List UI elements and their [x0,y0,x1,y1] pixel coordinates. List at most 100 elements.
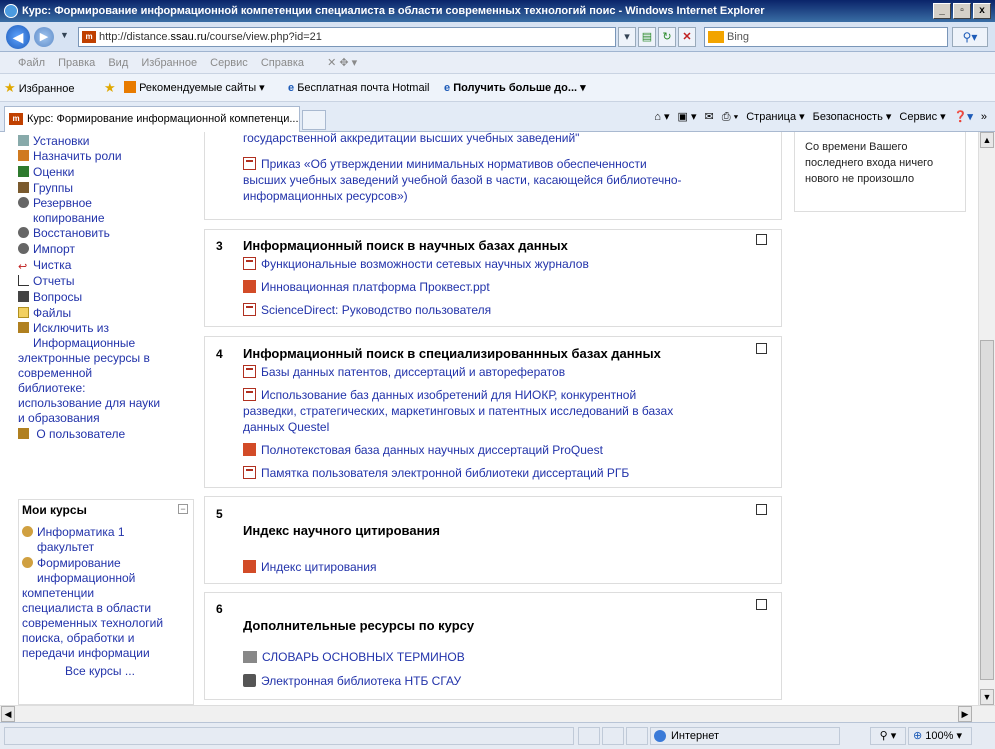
minimize-button[interactable]: _ [933,3,951,19]
admin-unenrol-line6[interactable]: использование для науки [18,396,160,411]
admin-questions-link[interactable]: Вопросы [18,290,82,305]
highlight-checkbox[interactable] [756,504,767,515]
hotmail-link[interactable]: e Бесплатная почта Hotmail [288,74,429,102]
admin-reset-link[interactable]: ↩ Чистка [18,258,71,273]
maximize-button[interactable]: ▫ [953,3,971,19]
admin-unenrol-line3[interactable]: электронные ресурсы в [18,351,150,366]
resource-link[interactable]: Базы данных патентов, диссертаций и авто… [243,364,565,380]
admin-unenrol-link[interactable]: Исключить из [18,321,109,336]
highlight-checkbox[interactable] [756,599,767,610]
home-icon[interactable]: ⌂ ▾ [654,102,669,132]
admin-restore-link[interactable]: Восстановить [18,226,110,241]
admin-unenrol-line7[interactable]: и образования [18,411,100,426]
history-dropdown-icon[interactable]: ▼ [60,30,69,40]
safety-menu[interactable]: Безопасность ▾ [813,102,892,132]
scroll-right-icon[interactable]: ▶ [958,706,972,722]
scroll-thumb[interactable] [980,340,994,680]
resource-link[interactable]: Полнотекстовая база данных научных диссе… [243,442,603,458]
forward-button[interactable]: ▶ [34,27,54,47]
search-button[interactable]: ⚲▾ [952,27,988,47]
section2-resource-order[interactable]: Приказ «Об утверждении минимальных норма… [243,156,647,172]
course-line-7[interactable]: передачи информации [22,646,150,661]
url-resource-link[interactable]: Электронная библиотека НТБ СГАУ [243,673,461,689]
security-zone[interactable]: Интернет [650,727,840,745]
address-dropdown-icon[interactable]: ▾ [618,27,636,47]
scroll-down-icon[interactable]: ▼ [980,689,994,705]
admin-backup-link[interactable]: Резервное [18,196,92,211]
admin-grades-link[interactable]: Оценки [18,165,74,180]
course-link-informatics-2[interactable]: факультет [37,540,94,555]
course-line-6[interactable]: поиска, обработки и [22,631,134,646]
tab-course[interactable]: m Курс: Формирование информационной комп… [4,106,300,132]
print-icon[interactable]: ⎙ ▾ [722,102,738,132]
admin-groups-link[interactable]: Группы [18,181,73,196]
resource-link-line2[interactable]: разведки, стратегических, маркетинговых … [243,403,673,419]
zoom-control[interactable]: ⊕ 100% ▾ [908,727,972,745]
address-input[interactable]: m http://distance.ssau.ru/course/view.ph… [78,27,616,47]
highlight-checkbox[interactable] [756,234,767,245]
favorites-button[interactable]: ★ Избранное [4,74,74,103]
glossary-link[interactable]: СЛОВАРЬ ОСНОВНЫХ ТЕРМИНОВ [243,649,465,665]
search-input[interactable]: Bing [704,27,948,47]
resource-link[interactable]: Инновационная платформа Проквест.ppt [243,279,490,295]
admin-reports-link[interactable]: Отчеты [18,274,74,289]
protected-mode-icon[interactable]: ⚲ ▾ [870,727,906,745]
scroll-up-icon[interactable]: ▲ [980,132,994,148]
settings-icon [18,135,29,146]
page-menu[interactable]: Страница ▾ [746,102,804,132]
vertical-scrollbar[interactable]: ▲ ▼ [978,132,995,705]
help-icon[interactable]: ❓▾ [954,102,973,132]
resource-link-line3[interactable]: данных Questel [243,419,329,435]
course-line-5[interactable]: современных технологий [22,616,163,631]
menu-tools[interactable]: Сервис [210,57,248,69]
admin-roles-link[interactable]: Назначить роли [18,149,122,164]
stop-icon[interactable]: ✕ [678,27,696,47]
course-line-2[interactable]: информационной [37,571,135,586]
new-tab-button[interactable] [302,110,326,130]
admin-files-link[interactable]: Файлы [18,306,71,321]
course-line-3[interactable]: компетенции [22,586,94,601]
course-icon [22,526,33,537]
menu-edit[interactable]: Правка [58,57,95,69]
admin-unenrol-line2[interactable]: Информационные [33,336,135,351]
all-courses-link[interactable]: Все курсы ... [65,664,135,679]
section2-resource-order-2[interactable]: высших учебных заведений учебной базой в… [243,172,682,188]
highlight-checkbox[interactable] [756,343,767,354]
tools-menu[interactable]: Сервис ▾ [899,102,945,132]
admin-unenrol-line4[interactable]: современной [18,366,92,381]
resource-link[interactable]: ScienceDirect: Руководство пользователя [243,302,491,318]
admin-import-link[interactable]: Импорт [18,242,75,257]
collapse-icon[interactable]: − [178,504,188,514]
profile-icon [18,428,29,439]
resource-link[interactable]: Использование баз данных изобретений для… [243,387,636,403]
close-button[interactable]: x [973,3,991,19]
compatibility-icon[interactable]: ▤ [638,27,656,47]
menu-file[interactable]: Файл [18,57,45,69]
course-link-informatics[interactable]: Информатика 1 [22,525,125,540]
admin-backup-link-2[interactable]: копирование [33,211,105,226]
resource-link[interactable]: Памятка пользователя электронной библиот… [243,465,629,481]
back-button[interactable]: ◀ [6,25,30,49]
menu-help[interactable]: Справка [261,57,304,69]
admin-profile-link[interactable]: О пользователе [18,427,125,442]
chevron-right-icon[interactable]: » [981,102,987,132]
course-link-formation[interactable]: Формирование [22,556,121,571]
course-line-4[interactable]: специалиста в области [22,601,151,616]
section2-resource-order-3[interactable]: информационных ресурсов») [243,188,408,204]
suggested-sites-link[interactable]: Рекомендуемые сайты ▾ [124,74,265,102]
menu-favorites[interactable]: Избранное [141,57,197,69]
resource-link[interactable]: Функциональные возможности сетевых научн… [243,256,589,272]
admin-settings-link[interactable]: Установки [18,134,89,149]
refresh-icon[interactable]: ↻ [658,27,676,47]
feeds-icon[interactable]: ▣ ▾ [678,102,697,132]
add-favorites-icon[interactable]: ★ [104,74,116,103]
scroll-left-icon[interactable]: ◀ [1,706,15,722]
horizontal-scrollbar[interactable]: ◀ ▶ [0,705,995,722]
translate-icon[interactable]: ✕ ✥ ▾ [327,57,357,69]
menu-view[interactable]: Вид [108,57,128,69]
section2-partial-line[interactable]: государственной аккредитации высших учеб… [243,132,579,146]
get-more-addons-link[interactable]: e Получить больше до... ▾ [444,74,586,102]
mail-icon[interactable]: ✉ [705,102,714,132]
resource-link[interactable]: Индекс цитирования [243,559,377,575]
admin-unenrol-line5[interactable]: библиотеке: [18,381,85,396]
